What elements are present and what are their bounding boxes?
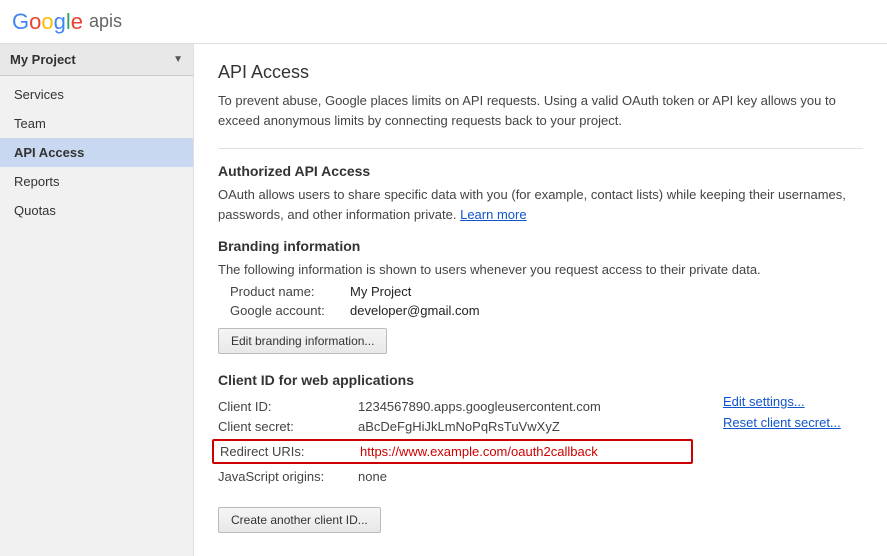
redirect-uris-row: Redirect URIs: https://www.example.com/o… <box>212 439 693 464</box>
page-intro: To prevent abuse, Google places limits o… <box>218 91 863 130</box>
project-selector[interactable]: My Project ▼ <box>0 44 193 76</box>
dropdown-arrow-icon: ▼ <box>173 54 183 65</box>
client-id-row: Client ID: 1234567890.apps.googleusercon… <box>218 399 687 414</box>
client-secret-value: aBcDeFgHiJkLmNoPqRsTuVwXyZ <box>358 419 560 434</box>
google-logo: Google <box>12 9 83 35</box>
branding-desc: The following information is shown to us… <box>218 260 863 280</box>
client-id-section: Client ID for web applications Client ID… <box>218 372 863 533</box>
product-name-label: Product name: <box>230 284 350 299</box>
google-account-label: Google account: <box>230 303 350 318</box>
google-account-value: developer@gmail.com <box>350 303 480 318</box>
product-name-value: My Project <box>350 284 411 299</box>
sidebar-item-reports[interactable]: Reports <box>0 167 193 196</box>
branding-title: Branding information <box>218 238 863 254</box>
client-id-value: 1234567890.apps.googleusercontent.com <box>358 399 601 414</box>
js-origins-value: none <box>358 469 387 484</box>
redirect-uris-label: Redirect URIs: <box>220 444 360 459</box>
branding-section: Branding information The following infor… <box>218 238 863 354</box>
logo-o2: o <box>41 9 53 35</box>
divider-1 <box>218 148 863 149</box>
logo-g: G <box>12 9 29 35</box>
create-client-btn-row: Create another client ID... <box>218 507 863 533</box>
client-id-table: Client ID: 1234567890.apps.googleusercon… <box>218 394 863 489</box>
branding-product-name-row: Product name: My Project <box>230 284 863 299</box>
logo-e: e <box>71 9 83 35</box>
client-id-section-title: Client ID for web applications <box>218 372 863 388</box>
logo-g2: g <box>54 9 66 35</box>
main-content: API Access To prevent abuse, Google plac… <box>194 44 887 556</box>
js-origins-row: JavaScript origins: none <box>218 469 687 484</box>
apis-label: apis <box>89 11 122 32</box>
sidebar-nav: Services Team API Access Reports Quotas <box>0 80 193 225</box>
project-label: My Project <box>10 52 76 67</box>
edit-branding-button[interactable]: Edit branding information... <box>218 328 387 354</box>
logo-o1: o <box>29 9 41 35</box>
header: Google apis <box>0 0 887 44</box>
client-actions: Edit settings... Reset client secret... <box>703 394 863 489</box>
client-fields: Client ID: 1234567890.apps.googleusercon… <box>218 394 687 489</box>
sidebar-item-quotas[interactable]: Quotas <box>0 196 193 225</box>
edit-settings-link[interactable]: Edit settings... <box>723 394 863 409</box>
client-secret-label: Client secret: <box>218 419 358 434</box>
authorized-section-desc: OAuth allows users to share specific dat… <box>218 185 863 224</box>
authorized-section-title: Authorized API Access <box>218 163 863 179</box>
learn-more-link[interactable]: Learn more <box>460 207 526 222</box>
layout: My Project ▼ Services Team API Access Re… <box>0 44 887 556</box>
sidebar-item-services[interactable]: Services <box>0 80 193 109</box>
js-origins-label: JavaScript origins: <box>218 469 358 484</box>
branding-google-account-row: Google account: developer@gmail.com <box>230 303 863 318</box>
client-secret-row: Client secret: aBcDeFgHiJkLmNoPqRsTuVwXy… <box>218 419 687 434</box>
redirect-uris-value: https://www.example.com/oauth2callback <box>360 444 598 459</box>
sidebar: My Project ▼ Services Team API Access Re… <box>0 44 194 556</box>
client-id-label: Client ID: <box>218 399 358 414</box>
create-client-id-button[interactable]: Create another client ID... <box>218 507 381 533</box>
reset-client-secret-link[interactable]: Reset client secret... <box>723 415 863 430</box>
sidebar-item-team[interactable]: Team <box>0 109 193 138</box>
edit-branding-btn-row: Edit branding information... <box>218 328 863 354</box>
page-title: API Access <box>218 62 863 83</box>
sidebar-item-api-access[interactable]: API Access <box>0 138 193 167</box>
